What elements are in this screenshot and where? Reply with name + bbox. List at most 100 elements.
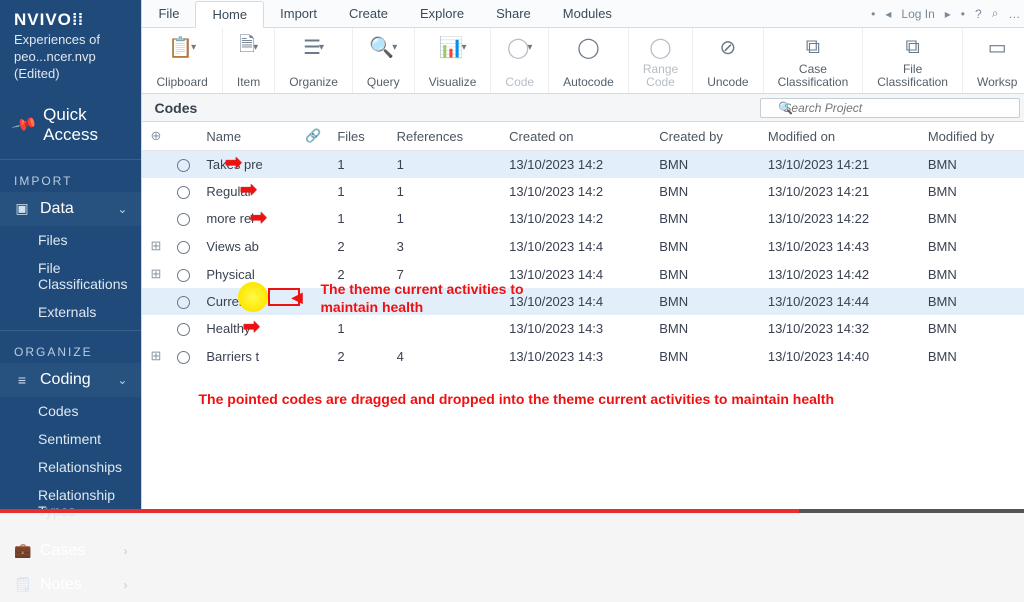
help-icon[interactable]: ?: [975, 7, 982, 21]
menu-tab-explore[interactable]: Explore: [404, 1, 480, 27]
ribbon-range: ◯Range Code: [629, 28, 693, 93]
project-line2: (Edited): [14, 66, 60, 81]
col-header[interactable]: Modified by: [920, 122, 1024, 151]
cell: [389, 315, 502, 342]
sidebar-item-files[interactable]: Files: [0, 226, 141, 254]
annotation-text-1: The theme current activities to maintain…: [320, 280, 523, 316]
menubar-dot-icon: •: [961, 7, 965, 21]
ribbon-worksp[interactable]: ▭Worksp: [963, 28, 1024, 93]
menubar-prev-icon[interactable]: ◂: [885, 7, 891, 21]
col-header[interactable]: References: [389, 122, 502, 151]
col-header[interactable]: Created on: [501, 122, 651, 151]
table-row[interactable]: Healthy113/10/2023 14:3BMN13/10/2023 14:…: [142, 315, 1024, 342]
col-header[interactable]: Name: [198, 122, 297, 151]
sidebar-node-notes[interactable]: 🗒Notes ›: [0, 568, 141, 602]
menubar-next-icon[interactable]: ▸: [945, 7, 951, 21]
table-row[interactable]: ⊞Views ab2313/10/2023 14:4BMN13/10/2023 …: [142, 232, 1024, 260]
ribbon-query[interactable]: 🔍▾Query: [353, 28, 415, 93]
search-input[interactable]: [760, 98, 1020, 118]
annotation-text-2: The pointed codes are dragged and droppe…: [198, 390, 898, 408]
cell: BMN: [920, 260, 1024, 288]
cell: [142, 288, 169, 315]
table-row[interactable]: ⊞Barriers t2413/10/2023 14:3BMN13/10/202…: [142, 342, 1024, 370]
folder-icon: ▣: [14, 200, 30, 217]
sidebar-node-cases[interactable]: 💼Cases ›: [0, 534, 141, 568]
menu-tab-share[interactable]: Share: [480, 1, 547, 27]
cell: 13/10/2023 14:21: [760, 151, 920, 179]
cell: ⊞: [142, 342, 169, 370]
login-link[interactable]: Log In: [901, 7, 934, 21]
ribbon-label: Autocode: [563, 76, 614, 89]
red-arrow-icon: ➡: [250, 205, 267, 230]
menu-tab-home[interactable]: Home: [195, 1, 264, 28]
sidebar-item-sentiment[interactable]: Sentiment: [0, 425, 141, 453]
table-row[interactable]: Takes pre1113/10/2023 14:2BMN13/10/2023 …: [142, 151, 1024, 179]
cell: BMN: [920, 232, 1024, 260]
chevron-down-icon: ⌄: [117, 373, 127, 387]
collapse-icon[interactable]: ⌕: [992, 6, 999, 21]
sidebar-item-relationships[interactable]: Relationships: [0, 453, 141, 481]
sidebar-item-codes[interactable]: Codes: [0, 397, 141, 425]
sidebar-node-coding[interactable]: ≡Coding ⌄: [0, 363, 141, 397]
cell: 1: [329, 315, 388, 342]
table-row[interactable]: Regular1113/10/2023 14:2BMN13/10/2023 14…: [142, 178, 1024, 205]
ribbon-clipboard[interactable]: 📋▾Clipboard: [142, 28, 222, 93]
ribbon-organize[interactable]: ☰▾Organize: [275, 28, 353, 93]
cell: [169, 205, 198, 232]
table-row[interactable]: more rel1113/10/2023 14:2BMN13/10/2023 1…: [142, 205, 1024, 232]
table-row[interactable]: ⊞Physical2713/10/2023 14:4BMN13/10/2023 …: [142, 260, 1024, 288]
cell: 1: [389, 151, 502, 179]
cell: ⊞: [142, 232, 169, 260]
more-icon[interactable]: …: [1008, 7, 1020, 21]
cell: [169, 288, 198, 315]
col-header[interactable]: ⊕: [142, 122, 169, 151]
menu-tab-create[interactable]: Create: [333, 1, 404, 27]
ribbon-icon: 🔍▾: [369, 34, 397, 60]
cell: 1: [389, 205, 502, 232]
cell: [169, 178, 198, 205]
video-progress[interactable]: [0, 509, 1024, 513]
sidebar-item-externals[interactable]: Externals: [0, 298, 141, 326]
ribbon-case[interactable]: ⧉Case Classification: [764, 28, 864, 93]
cell: [169, 342, 198, 370]
quick-access[interactable]: 📌 Quick Access: [0, 95, 141, 155]
list-icon: ≡: [14, 372, 30, 388]
menu-tab-file[interactable]: File: [142, 1, 195, 27]
ribbon-autocode[interactable]: ◯Autocode: [549, 28, 629, 93]
cell: BMN: [651, 342, 760, 370]
cell: BMN: [651, 151, 760, 179]
ribbon-uncode[interactable]: ⊘Uncode: [693, 28, 763, 93]
pin-icon: 📌: [10, 111, 38, 139]
ribbon-icon: ▭: [988, 34, 1007, 60]
ribbon-icon: ⧉: [806, 34, 820, 60]
ribbon-file[interactable]: ⧉File Classification: [863, 28, 963, 93]
codes-grid[interactable]: ⊕ Name🔗FilesReferencesCreated onCreated b…: [142, 122, 1024, 513]
cell: 13/10/2023 14:43: [760, 232, 920, 260]
annotation-line1: The theme current activities to: [320, 281, 523, 297]
menu-tab-modules[interactable]: Modules: [547, 1, 628, 27]
menu-tab-import[interactable]: Import: [264, 1, 333, 27]
col-header[interactable]: 🔗: [297, 122, 329, 151]
sidebar-item-file-classifications[interactable]: File Classifications: [0, 254, 141, 298]
cell: 1: [329, 151, 388, 179]
cell: 13/10/2023 14:44: [760, 288, 920, 315]
cell: 13/10/2023 14:22: [760, 205, 920, 232]
ribbon-icon: 📋▾: [168, 34, 196, 60]
cell: [297, 151, 329, 179]
cell: 13/10/2023 14:4: [501, 260, 651, 288]
sidebar-node-data[interactable]: ▣Data ⌄: [0, 192, 141, 226]
ribbon-icon: ⊘: [719, 34, 736, 60]
col-header[interactable]: Created by: [651, 122, 760, 151]
cell: 13/10/2023 14:2: [501, 151, 651, 179]
cell: 13/10/2023 14:21: [760, 178, 920, 205]
sidebar-item-relationship-types[interactable]: Relationship Types: [0, 481, 141, 525]
col-header[interactable]: Files: [329, 122, 388, 151]
ribbon-icon: 📊▾: [439, 34, 467, 60]
red-arrow-icon: ➡: [225, 150, 242, 175]
col-header[interactable]: [169, 122, 198, 151]
cell: 13/10/2023 14:3: [501, 342, 651, 370]
ribbon-visualize[interactable]: 📊▾Visualize: [415, 28, 492, 93]
ribbon-item[interactable]: 🗎▾Item: [223, 28, 275, 93]
col-header[interactable]: Modified on: [760, 122, 920, 151]
main-area: FileHomeImportCreateExploreShareModules …: [141, 0, 1024, 513]
